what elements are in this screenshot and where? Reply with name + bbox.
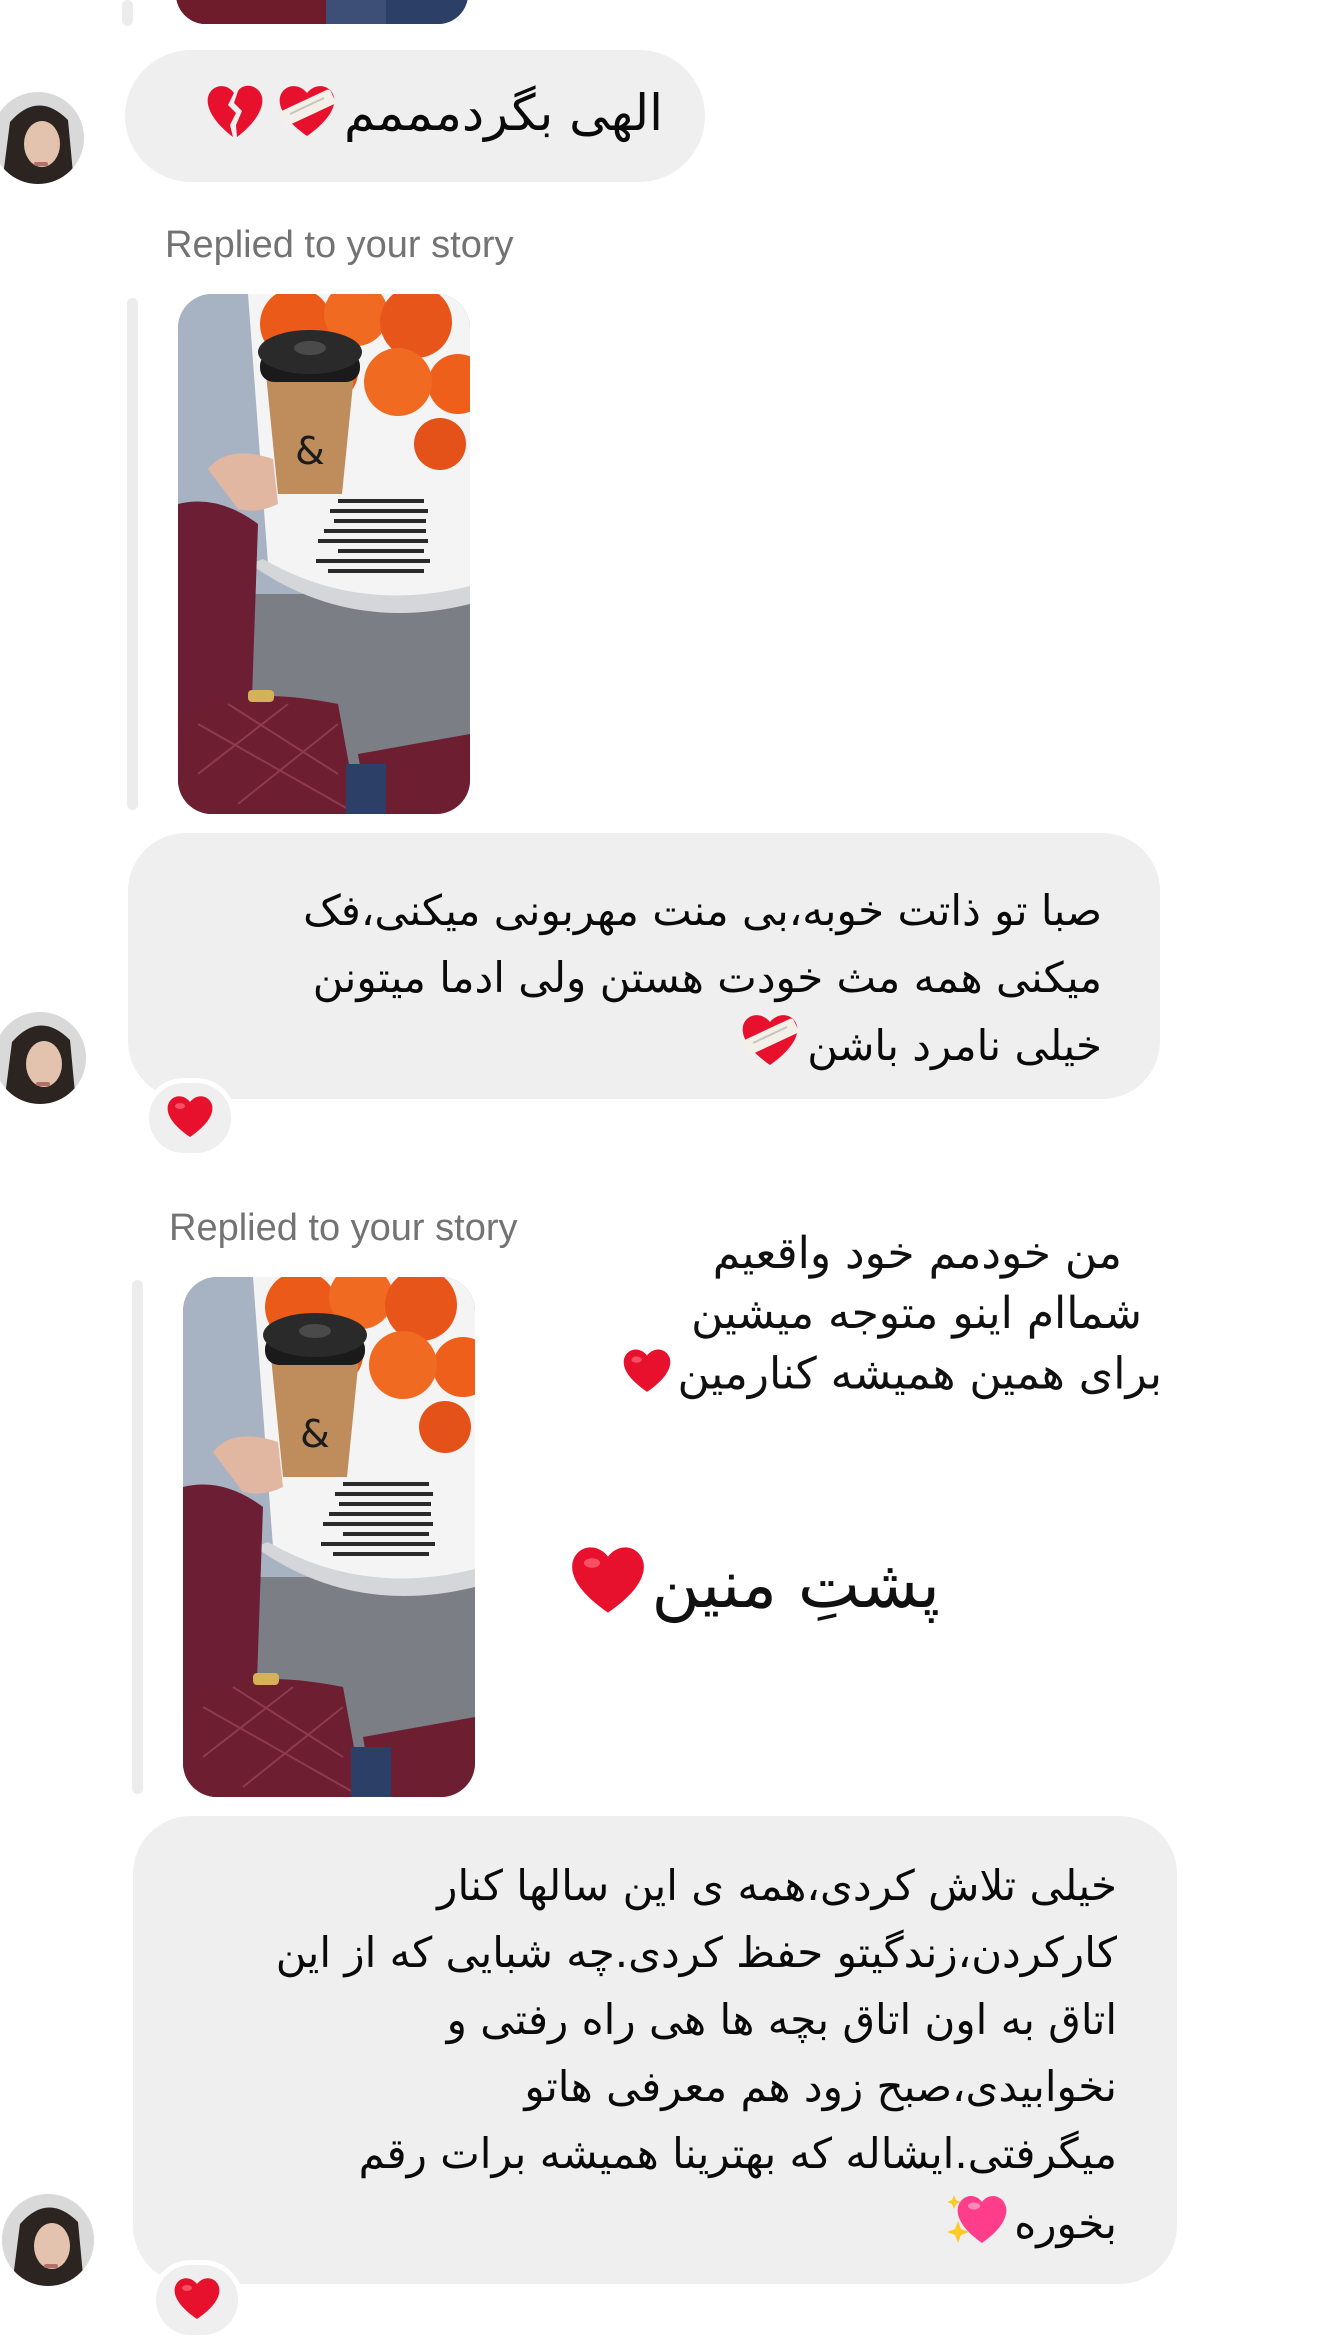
message-line: میکنی همه مث خودت هستن ولی ادما میتونن — [312, 953, 1102, 1002]
heart-icon — [165, 1093, 215, 1143]
heart-icon — [621, 1346, 673, 1408]
mending-heart-icon — [276, 82, 338, 151]
story-overlay-text: من خودمم خود واقعیم — [712, 1228, 1122, 1279]
replied-to-story-label: Replied to your story — [165, 224, 514, 266]
message-line: اتاق به اون اتاق بچه ها هی راه رفتی و — [446, 1995, 1117, 2044]
thread-bar-top — [122, 0, 133, 26]
message-text: الهی بگردمممم — [344, 83, 663, 142]
message-line: کارکردن،زندگیتو حفظ کردی.چه شبایی که از … — [275, 1928, 1117, 1977]
message-bubble[interactable]: صبا تو ذاتت خوبه،بی منت مهربونی میکنی،فک… — [128, 833, 1160, 1099]
message-line: بخوره — [1014, 2199, 1117, 2248]
mending-heart-icon — [739, 1011, 801, 1086]
message-line: خیلی نامرد باشن — [807, 1021, 1102, 1070]
reaction-badge[interactable] — [151, 2260, 243, 2340]
avatar[interactable] — [2, 2194, 94, 2286]
story-overlay-text: پشتِ منین — [651, 1546, 940, 1623]
story-thumbnail[interactable]: & — [178, 294, 470, 814]
story-overlay-text: شماام اینو متوجه میشین — [691, 1288, 1142, 1339]
message-bubble[interactable]: الهی بگردمممم — [125, 50, 705, 182]
story-thumbnail-top-fragment[interactable] — [176, 0, 468, 24]
broken-heart-icon — [204, 81, 266, 152]
story-overlay-text: برای همین همیشه کنارمین — [677, 1348, 1162, 1400]
message-bubble[interactable]: خیلی تلاش کردی،همه ی این سالها کنار کارک… — [133, 1816, 1177, 2284]
thread-bar — [127, 298, 138, 810]
message-line: میگرفتی.ایشاله که بهترینا همیشه برات رقم — [358, 2129, 1117, 2178]
heart-icon — [568, 1542, 648, 1639]
replied-to-story-label: Replied to your story — [169, 1207, 518, 1249]
sparkling-heart-icon — [947, 2187, 1010, 2266]
svg-text:&: & — [295, 429, 325, 473]
message-line: خیلی تلاش کردی،همه ی این سالها کنار — [437, 1861, 1117, 1910]
reaction-badge[interactable] — [144, 1078, 236, 1158]
story-thumbnail[interactable]: & — [183, 1277, 475, 1797]
message-line: نخوابیدی،صبح زود هم معرفی هاتو — [524, 2062, 1117, 2111]
avatar[interactable] — [0, 92, 84, 184]
svg-text:&: & — [300, 1412, 330, 1456]
avatar[interactable] — [0, 1012, 86, 1104]
message-line: صبا تو ذاتت خوبه،بی منت مهربونی میکنی،فک — [303, 886, 1102, 935]
heart-icon — [172, 2275, 222, 2325]
thread-bar — [132, 1280, 143, 1794]
